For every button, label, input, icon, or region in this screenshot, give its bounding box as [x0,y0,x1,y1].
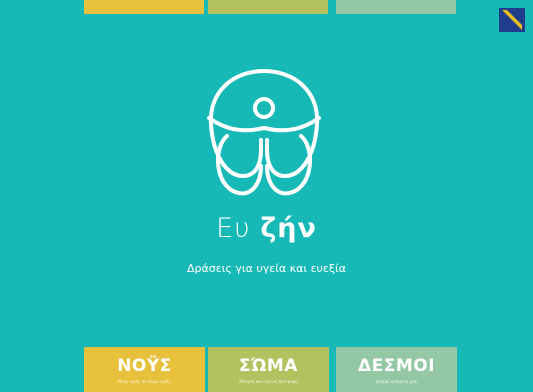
card-nous[interactable]: ΝΟΫΣ Νους υγιής σε σώμα υγιές [84,347,205,392]
brand-title: Ευ ζήν [0,213,533,244]
card-desmoi-title: ΔΕΣΜΟΙ [357,356,436,376]
card-desmoi-subtitle: Δεσμοί ανάμεσα μας [375,379,418,384]
card-desmoi[interactable]: ΔΕΣΜΟΙ Δεσμοί ανάμεσα μας [336,347,457,392]
figure-with-wings-logo-icon [207,69,321,196]
card-soma-title: ΣΏΜΑ [239,356,298,376]
card-nous-subtitle: Νους υγιής σε σώμα υγιές [118,379,171,384]
hero-section: Ευ ζήν Δράσεις για υγεία και ευεξία [0,0,533,392]
card-soma[interactable]: ΣΏΜΑ Άσκηση και υγιεινή διατροφή [208,347,329,392]
tagline: Δράσεις για υγεία και ευεξία [187,262,346,275]
card-soma-subtitle: Άσκηση και υγιεινή διατροφή [239,379,298,384]
brand-word-1: Ευ [216,213,251,244]
card-nous-title: ΝΟΫΣ [117,356,172,376]
brand-word-2: ζήν [260,213,317,244]
